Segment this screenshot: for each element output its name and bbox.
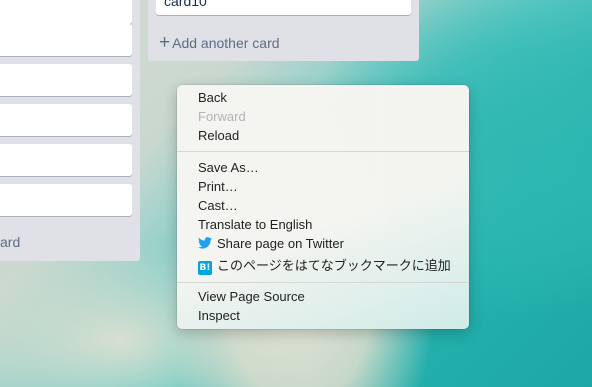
menu-item-inspect[interactable]: Inspect (198, 306, 240, 325)
hatena-bookmark-icon: B! (198, 261, 212, 275)
menu-item-label: Inspect (198, 308, 240, 323)
menu-item-label: View Page Source (198, 289, 305, 304)
menu-item-save-as[interactable]: Save As… (198, 158, 259, 177)
add-card-label: Add another card (172, 34, 280, 51)
menu-item-label: Back (198, 90, 227, 105)
menu-item-label: Cast… (198, 198, 238, 213)
add-card-button-right[interactable]: + Add another card (159, 33, 280, 52)
menu-item-label: Translate to English (198, 217, 313, 232)
add-card-label: ard (0, 234, 21, 250)
list-card[interactable] (0, 144, 132, 176)
twitter-icon (198, 235, 212, 249)
menu-item-cast[interactable]: Cast… (198, 196, 238, 215)
menu-item-label: Reload (198, 128, 240, 143)
menu-separator (177, 151, 469, 152)
list-card[interactable] (0, 64, 132, 96)
list-card[interactable] (0, 24, 132, 56)
plus-icon: + (159, 32, 171, 53)
menu-item-share-twitter[interactable]: Share page on Twitter (198, 234, 344, 253)
list-card[interactable]: card10 (156, 0, 411, 15)
menu-item-view-source[interactable]: View Page Source (198, 287, 305, 306)
menu-item-label: Share page on Twitter (217, 236, 344, 251)
menu-item-label: Forward (198, 109, 246, 124)
list-card[interactable] (0, 104, 132, 136)
menu-item-label: Save As… (198, 160, 259, 175)
menu-item-label: Print… (198, 179, 238, 194)
menu-item-reload[interactable]: Reload (198, 126, 239, 145)
menu-item-translate[interactable]: Translate to English (198, 215, 312, 234)
menu-item-forward: Forward (198, 107, 246, 126)
context-menu: Back Forward Reload Save As… Print… Cast… (177, 85, 469, 329)
menu-item-hatena-bookmark[interactable]: B! このページをはてなブックマークに追加 (198, 256, 451, 275)
list-card[interactable] (0, 0, 132, 24)
menu-item-label: このページをはてなブックマークに追加 (217, 258, 451, 273)
list-card[interactable] (0, 184, 132, 216)
menu-item-back[interactable]: Back (198, 88, 227, 107)
add-card-button-left[interactable]: ard (0, 234, 20, 250)
menu-item-print[interactable]: Print… (198, 177, 238, 196)
card-title: card10 (164, 0, 207, 9)
menu-separator (177, 282, 469, 283)
